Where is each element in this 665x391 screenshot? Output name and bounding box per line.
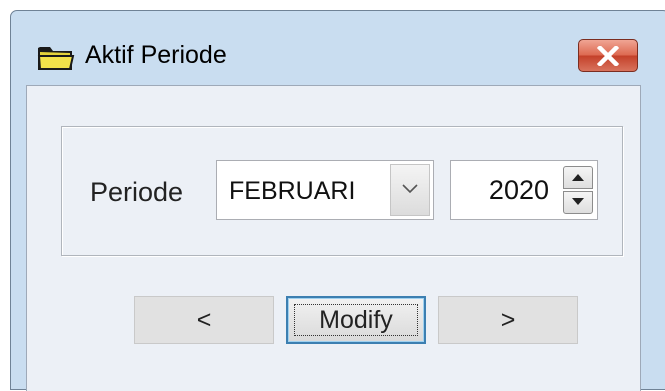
chevron-down-icon xyxy=(402,184,418,194)
year-spinner[interactable]: 2020 xyxy=(450,160,598,220)
year-spin-buttons xyxy=(563,166,593,214)
month-dropdown-button[interactable] xyxy=(390,164,430,216)
close-button[interactable] xyxy=(578,39,638,72)
folder-icon xyxy=(37,44,75,72)
dialog-client-area: Periode FEBRUARI 2020 < Modify > xyxy=(26,85,641,391)
periode-groupbox: Periode FEBRUARI 2020 xyxy=(61,126,623,256)
next-period-button[interactable]: > xyxy=(438,296,578,344)
aktif-periode-window: Aktif Periode Periode FEBRUARI 2020 < Mo… xyxy=(10,10,665,391)
modify-button[interactable]: Modify xyxy=(286,296,426,344)
year-value: 2020 xyxy=(488,175,549,205)
previous-period-button[interactable]: < xyxy=(134,296,274,344)
close-icon xyxy=(597,46,619,66)
month-value: FEBRUARI xyxy=(229,177,356,205)
arrow-up-icon xyxy=(572,174,584,181)
year-decrement-button[interactable] xyxy=(563,191,593,214)
year-increment-button[interactable] xyxy=(563,166,593,189)
focus-rectangle xyxy=(294,304,418,336)
title-bar[interactable]: Aktif Periode xyxy=(11,11,665,85)
month-select[interactable]: FEBRUARI xyxy=(216,160,434,220)
window-title: Aktif Periode xyxy=(85,41,227,69)
arrow-down-icon xyxy=(572,198,584,205)
periode-label: Periode xyxy=(90,177,184,207)
